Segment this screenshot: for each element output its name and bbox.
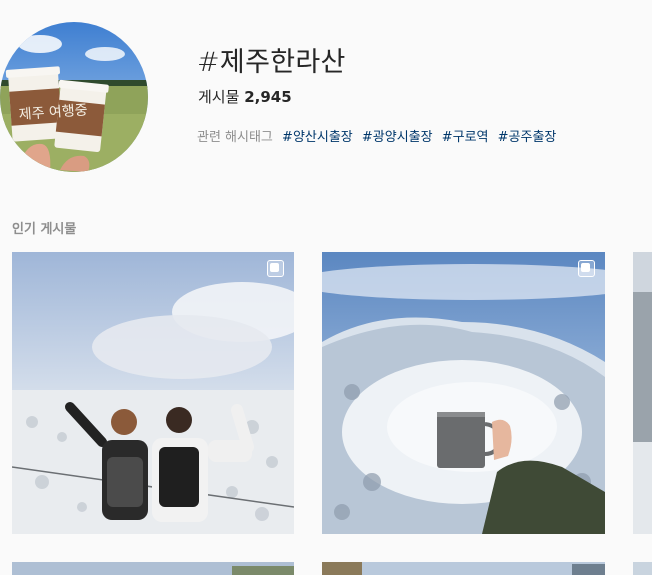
post-count-label: 게시물: [198, 88, 240, 106]
post-thumbnail-3[interactable]: [633, 252, 652, 534]
related-tag-link[interactable]: #구로역: [442, 130, 489, 145]
hashtag-title: #제주한라산: [197, 47, 346, 78]
carousel-icon: [267, 260, 284, 277]
post-thumbnail-4[interactable]: [12, 562, 294, 575]
post-count: 게시물 2,945: [198, 86, 292, 107]
hashtag-avatar: 제주 여행중: [0, 22, 148, 172]
related-tag-link[interactable]: #광양시출장: [362, 130, 433, 145]
post-thumbnail-5[interactable]: [322, 562, 605, 575]
top-posts-label: 인기 게시물: [12, 222, 77, 237]
hashtag-header: 제주 여행중 #제주한라산 게시물 2,945 관련 해시태그 #양산시출장 #…: [0, 0, 652, 190]
carousel-icon: [578, 260, 595, 277]
related-hashtags-label: 관련 해시태그: [197, 130, 273, 145]
post-thumbnail-1[interactable]: [12, 252, 294, 534]
post-thumbnail-6[interactable]: [633, 562, 652, 575]
post-thumbnail-2[interactable]: [322, 252, 605, 534]
related-tag-link[interactable]: #양산시출장: [282, 130, 353, 145]
related-hashtags: 관련 해시태그 #양산시출장 #광양시출장 #구로역 #공주출장: [197, 126, 556, 145]
related-tag-link[interactable]: #공주출장: [498, 130, 557, 145]
post-count-value: 2,945: [244, 88, 292, 106]
